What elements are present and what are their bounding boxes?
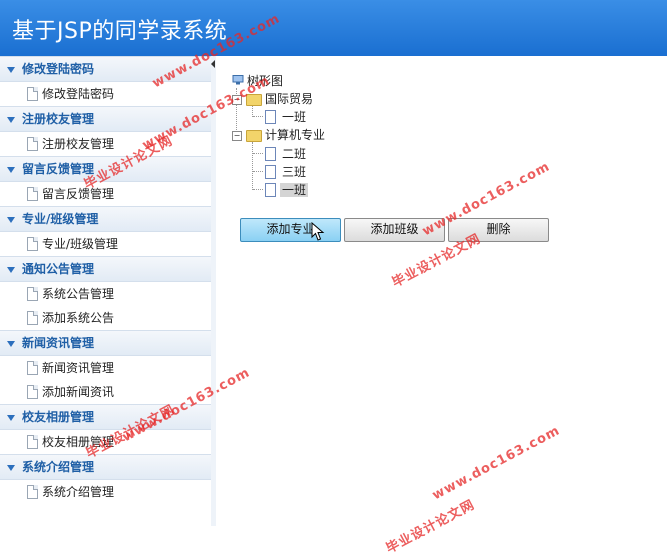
document-icon	[27, 385, 38, 399]
tree-node-class[interactable]: 三班	[232, 163, 306, 181]
folder-open-icon	[246, 130, 262, 142]
app-title: 基于JSP的同学录系统	[12, 19, 228, 44]
document-icon	[27, 435, 38, 449]
document-icon	[27, 87, 38, 101]
mouse-cursor-icon	[311, 222, 325, 241]
computer-icon	[232, 75, 244, 85]
tree-node-class[interactable]: 二班	[232, 145, 306, 163]
sidebar-splitter[interactable]	[211, 56, 216, 526]
sidebar-item-feedback[interactable]: 留言反馈管理	[0, 182, 211, 206]
document-icon	[27, 237, 38, 251]
collapse-arrow-icon	[7, 167, 15, 173]
sidebar-item-news-manage[interactable]: 新闻资讯管理	[0, 356, 211, 380]
document-icon	[27, 311, 38, 325]
sidebar-item-intro[interactable]: 系统介绍管理	[0, 480, 211, 504]
collapse-arrow-icon	[7, 217, 15, 223]
document-icon	[265, 183, 276, 197]
collapse-arrow-icon	[7, 415, 15, 421]
sidebar-item-notice-manage[interactable]: 系统公告管理	[0, 282, 211, 306]
tree-node-major[interactable]: − 计算机专业	[232, 126, 325, 144]
watermark-brand: 毕业设计论文网	[383, 497, 478, 557]
watermark-site: www.doc163.com	[430, 423, 563, 504]
sidebar-item-change-password[interactable]: 修改登陆密码	[0, 82, 211, 106]
sidebar-section-major[interactable]: 专业/班级管理	[0, 206, 211, 232]
collapse-arrow-icon	[7, 67, 15, 73]
sidebar-section-intro[interactable]: 系统介绍管理	[0, 454, 211, 480]
app-header: 基于JSP的同学录系统	[0, 0, 667, 56]
document-icon	[27, 137, 38, 151]
collapse-arrow-icon	[7, 341, 15, 347]
sidebar-section-notice[interactable]: 通知公告管理	[0, 256, 211, 282]
tree-node-class[interactable]: 一班	[232, 108, 306, 126]
document-icon	[265, 110, 276, 124]
collapse-arrow-icon	[7, 117, 15, 123]
collapse-arrow-icon	[7, 267, 15, 273]
document-icon	[27, 287, 38, 301]
sidebar-item-notice-add[interactable]: 添加系统公告	[0, 306, 211, 330]
collapse-minus-icon[interactable]: −	[232, 131, 242, 141]
document-icon	[265, 147, 276, 161]
collapse-arrow-icon	[7, 465, 15, 471]
tree-node-class-selected[interactable]: 一班	[232, 181, 309, 199]
add-major-button[interactable]: 添加专业	[240, 218, 341, 242]
document-icon	[27, 187, 38, 201]
sidebar-section-news[interactable]: 新闻资讯管理	[0, 330, 211, 356]
sidebar-item-major-class[interactable]: 专业/班级管理	[0, 232, 211, 256]
document-icon	[27, 485, 38, 499]
document-icon	[265, 165, 276, 179]
document-icon	[27, 361, 38, 375]
